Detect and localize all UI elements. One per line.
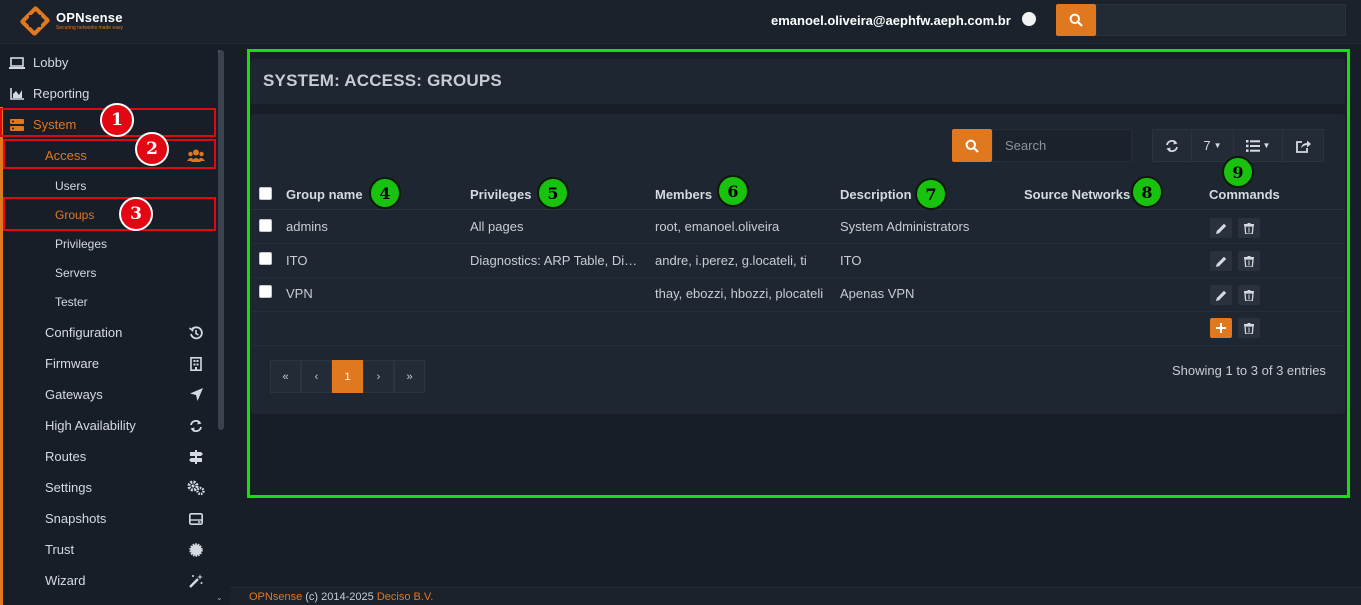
sidebar-item-label: Routes	[45, 449, 87, 464]
sidebar-item-servers[interactable]: Servers	[0, 257, 214, 288]
opnsense-logo-mark	[19, 5, 51, 37]
sidebar-item-firmware[interactable]: Firmware	[0, 348, 214, 379]
annotation-badge-2: 2	[135, 132, 169, 166]
magic-icon	[187, 573, 205, 589]
sidebar-item-label: Reporting	[33, 86, 90, 101]
sidebar-item-label: Configuration	[45, 325, 123, 340]
sidebar-item-reporting[interactable]: Reporting	[0, 78, 214, 109]
callout-box-main	[247, 49, 1350, 498]
laptop-icon	[8, 55, 26, 71]
hdd-icon	[187, 511, 205, 527]
history-icon	[187, 325, 205, 341]
sidebar-item-wizard[interactable]: Wizard	[0, 565, 214, 596]
global-search-input[interactable]	[1096, 4, 1346, 36]
sidebar-item-label: Wizard	[45, 573, 86, 588]
annotation-badge-5: 5	[537, 177, 569, 209]
footer-brand-link[interactable]: OPNsense	[249, 591, 302, 603]
annotation-badge-1: 1	[100, 103, 134, 137]
sidebar-item-label: Privileges	[55, 236, 108, 251]
annotation-badge-8: 8	[1131, 176, 1163, 208]
location-arrow-icon	[187, 387, 205, 403]
scroll-down-icon[interactable]: ⌄	[216, 593, 223, 602]
building-icon	[187, 356, 205, 372]
annotation-badge-3: 3	[119, 197, 153, 231]
sidebar-item-label: Snapshots	[45, 511, 107, 526]
sidebar-item-label: Firmware	[45, 356, 100, 371]
callout-box-groups	[3, 197, 216, 231]
annotation-badge-9: 9	[1222, 156, 1254, 188]
opnsense-logo[interactable]: OPNsense Securing networks made easy	[19, 5, 123, 37]
sidebar-item-label: Tester	[55, 294, 88, 309]
page-footer: OPNsense (c) 2014-2025 Deciso B.V.	[230, 587, 1361, 605]
footer-copyright: (c) 2014-2025	[305, 591, 374, 603]
user-email-link[interactable]: emanoel.oliveira@aephfw.aeph.com.br	[771, 13, 1011, 28]
sidebar-item-tester[interactable]: Tester	[0, 286, 214, 317]
certificate-icon	[187, 542, 205, 558]
sidebar-item-label: Servers	[55, 265, 97, 280]
global-search-button[interactable]	[1056, 4, 1096, 36]
theme-toggle[interactable]	[1022, 12, 1036, 26]
brand-name: OPNsense	[56, 10, 123, 25]
sidebar-item-label: Users	[55, 178, 87, 193]
refresh-icon	[187, 418, 205, 434]
sidebar-item-label: Settings	[45, 480, 92, 495]
sidebar-item-label: High Availability	[45, 418, 136, 433]
annotation-badge-7: 7	[915, 178, 947, 210]
search-icon	[1069, 13, 1083, 27]
annotation-badge-4: 4	[369, 177, 401, 209]
sidebar-item-label: Gateways	[45, 387, 103, 402]
sidebar-item-high-availability[interactable]: High Availability	[0, 410, 214, 441]
sidebar-item-label: Trust	[45, 542, 75, 557]
callout-box-access	[3, 139, 216, 169]
sidebar-item-gateways[interactable]: Gateways	[0, 379, 214, 410]
cogs-icon	[187, 480, 205, 496]
sidebar-item-lobby[interactable]: Lobby	[0, 47, 214, 78]
brand-tagline: Securing networks made easy	[56, 25, 123, 31]
sidebar-item-settings[interactable]: Settings	[0, 472, 214, 503]
sidebar-item-trust[interactable]: Trust	[0, 534, 214, 565]
sidebar-item-privileges[interactable]: Privileges	[0, 228, 214, 259]
sidebar-item-label: Lobby	[33, 55, 69, 70]
sidebar-item-routes[interactable]: Routes	[0, 441, 214, 472]
sidebar-scrollbar[interactable]	[218, 50, 224, 430]
sidebar-item-snapshots[interactable]: Snapshots	[0, 503, 214, 534]
signpost-icon	[187, 449, 205, 465]
area-chart-icon	[8, 86, 26, 102]
footer-company-link[interactable]: Deciso B.V.	[377, 591, 433, 603]
sidebar-item-configuration[interactable]: Configuration	[0, 317, 214, 348]
top-navbar: OPNsense Securing networks made easy ema…	[0, 0, 1361, 44]
annotation-badge-6: 6	[717, 175, 749, 207]
